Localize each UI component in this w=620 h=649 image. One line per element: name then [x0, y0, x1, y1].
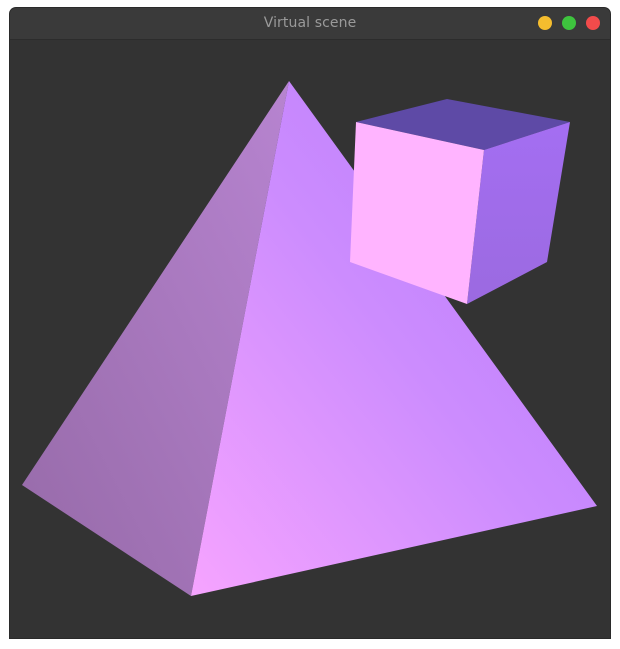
maximize-button[interactable] — [562, 16, 576, 30]
scene-canvas — [22, 81, 597, 596]
scene-viewport[interactable] — [10, 40, 610, 638]
window-title: Virtual scene — [263, 15, 357, 31]
window-controls — [538, 16, 600, 30]
title-bar[interactable]: Virtual scene — [10, 8, 610, 40]
close-button[interactable] — [586, 16, 600, 30]
cube — [350, 99, 570, 304]
app-window: Virtual scene — [10, 8, 610, 638]
minimize-button[interactable] — [538, 16, 552, 30]
